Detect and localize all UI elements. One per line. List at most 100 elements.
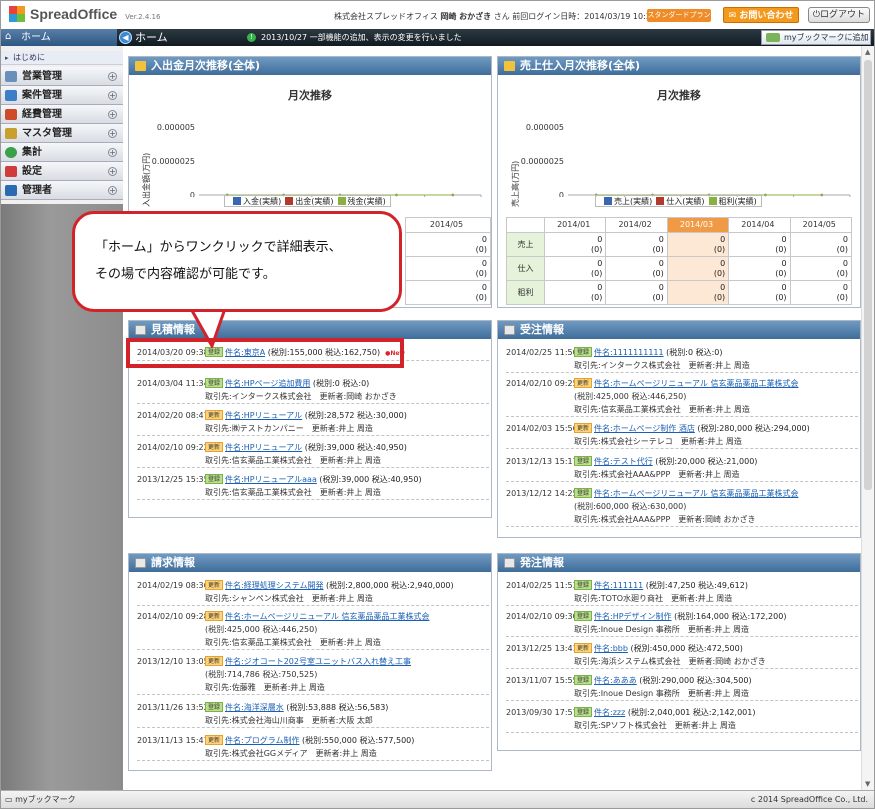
sidebar-item-settings[interactable]: 設定 + xyxy=(1,162,123,181)
expand-icon[interactable]: + xyxy=(108,167,117,176)
expand-icon[interactable]: + xyxy=(108,72,117,81)
item-link[interactable]: 件名:bbb xyxy=(594,644,628,653)
list-item[interactable]: 2013/12/13 15:17登録 件名:テスト代行 (税別:20,000 税込… xyxy=(506,455,858,482)
last-login: 前回ログイン日時：2014/03/19 10:37:02 xyxy=(512,12,669,21)
pie-chart-icon xyxy=(5,147,17,158)
sidebar-item-getting-started[interactable]: はじめに xyxy=(1,51,123,65)
legend-label: 粗利(実績) xyxy=(718,196,757,206)
item-link[interactable]: 件名:HPリニューアルaaa xyxy=(225,475,317,484)
contact-button[interactable]: ✉ お問い合わせ xyxy=(723,7,799,23)
item-link[interactable]: 件名:ホームページリニューアル 信玄薬品薬品工業株式会 xyxy=(594,379,798,388)
list-item[interactable]: 2014/02/10 09:30登録 件名:HPデザイン制作 (税別:164,00… xyxy=(506,610,858,637)
item-date: 2014/02/10 09:30 xyxy=(506,612,578,621)
list-item[interactable]: 2013/11/07 15:55登録 件名:あああ (税別:290,000 税込:… xyxy=(506,674,858,701)
item-detail: 取引先:株式会社シーテレコ 更新者:井上 周造 xyxy=(574,437,742,446)
item-link[interactable]: 件名:あああ xyxy=(594,676,637,685)
item-link[interactable]: 件名:HPページ追加費用 xyxy=(225,379,310,388)
expand-icon[interactable]: + xyxy=(108,186,117,195)
item-date: 2013/09/30 17:57 xyxy=(506,708,578,717)
vertical-scrollbar[interactable]: ▲ ▼ xyxy=(861,46,874,790)
item-amount: (税別:2,800,000 税込:2,940,000) xyxy=(323,581,454,590)
data-point xyxy=(764,193,767,197)
item-detail: 取引先:Inoue Design 事務所 更新者:井上 周造 xyxy=(574,689,749,698)
table-cell: 0 (0) xyxy=(405,280,491,305)
item-link[interactable]: 件名:ホームページ制作 酒店 xyxy=(594,424,695,433)
user-suffix: さん xyxy=(493,12,510,21)
item-date: 2014/03/04 11:34 xyxy=(137,379,209,388)
notice-bar[interactable]: ! 2013/10/27 一部機能の追加、表示の変更を行いました xyxy=(247,29,462,46)
scrollbar-thumb[interactable] xyxy=(864,60,872,490)
sidebar-item-expenses[interactable]: 経費管理 + xyxy=(1,105,123,124)
user-info: 株式会社スプレッドオフィス 岡崎 おかざき さん 前回ログイン日時：2014/0… xyxy=(334,11,669,22)
plan-badge: スタンダードプラン xyxy=(647,9,711,22)
table-cell: 0 (0) xyxy=(605,280,668,305)
item-date: 2014/02/25 11:53 xyxy=(506,581,578,590)
list-item[interactable]: 2013/11/13 15:47更新 件名:プログラム制作 (税別:550,000… xyxy=(137,734,489,761)
list-item[interactable]: 2013/12/25 13:41更新 件名:bbb (税別:450,000 税込:… xyxy=(506,642,858,669)
status-badge: 登録 xyxy=(205,474,224,484)
list-item[interactable]: 2013/09/30 17:57登録 件名:zzz (税別:2,040,001 税… xyxy=(506,706,858,733)
table-header: 2014/01 xyxy=(543,217,607,233)
my-bookmark-link[interactable]: ▭ myブックマーク xyxy=(5,791,76,808)
list-item[interactable]: 2014/02/25 11:53登録 件名:111111 (税別:47,250 税… xyxy=(506,579,858,606)
item-link[interactable]: 件名:HPリニューアル xyxy=(225,411,302,420)
item-link[interactable]: 件名:zzz xyxy=(594,708,625,717)
add-bookmark-button[interactable]: myブックマークに追加 xyxy=(761,30,871,45)
list-item[interactable]: 2014/02/10 09:28更新 件名:ホームページリニューアル 信玄薬品薬品… xyxy=(137,610,489,650)
page-title: ホーム xyxy=(135,31,168,44)
item-link[interactable]: 件名:ジオコート202号室ユニットバス入れ替え工事 xyxy=(225,657,411,666)
list-item[interactable]: 2013/12/25 15:35登録 件名:HPリニューアルaaa (税別:39,… xyxy=(137,473,489,500)
list-item[interactable]: 2014/02/25 11:50登録 件名:1111111111 (税別:0 税込… xyxy=(506,346,858,373)
list-item[interactable]: 2014/02/10 09:22更新 件名:HPリニューアル (税別:39,000… xyxy=(137,441,489,468)
item-link[interactable]: 件名:1111111111 xyxy=(594,348,664,357)
item-link[interactable]: 件名:海洋深層水 xyxy=(225,703,284,712)
list-item[interactable]: 2014/02/20 08:47更新 件名:HPリニューアル (税別:28,572… xyxy=(137,409,489,436)
list-item[interactable]: 2014/02/03 15:56更新 件名:ホームページ制作 酒店 (税別:280… xyxy=(506,422,858,449)
tab-home[interactable]: ⌂ ホーム xyxy=(1,29,117,46)
item-link[interactable]: 件名:HPデザイン制作 xyxy=(594,612,672,621)
copyright: c 2014 SpreadOffice Co., Ltd. xyxy=(750,795,868,804)
cell-sub: (0) xyxy=(652,268,664,278)
item-link[interactable]: 件名:経理処理システム開発 xyxy=(225,581,323,590)
item-link[interactable]: 件名:ホームページリニューアル 信玄薬品薬品工業株式会 xyxy=(225,612,429,621)
row-header: 売上 xyxy=(506,232,545,257)
item-link[interactable]: 件名:111111 xyxy=(594,581,643,590)
logout-button[interactable]: ⏻ログアウト xyxy=(808,7,870,23)
list-item[interactable]: 2013/12/10 13:05更新 件名:ジオコート202号室ユニットバス入れ替… xyxy=(137,655,489,695)
item-link[interactable]: 件名:プログラム制作 xyxy=(225,736,299,745)
bookmark-icon: ▭ xyxy=(5,795,13,804)
logo[interactable]: SpreadOffice Ver.2.4.16 xyxy=(9,6,160,22)
sidebar-item-admin[interactable]: 管理者 + xyxy=(1,181,123,200)
scroll-down-icon[interactable]: ▼ xyxy=(865,780,870,788)
version-label: Ver.2.4.16 xyxy=(125,13,161,21)
table-cell: 0 (0) xyxy=(728,232,791,257)
sidebar-item-reports[interactable]: 集計 + xyxy=(1,143,123,162)
scroll-up-icon[interactable]: ▲ xyxy=(865,48,870,56)
list-item[interactable]: 2013/11/26 13:52登録 件名:海洋深層水 (税別:53,888 税込… xyxy=(137,701,489,728)
list-item[interactable]: 2013/12/12 14:25登録 件名:ホームページリニューアル 信玄薬品薬品… xyxy=(506,487,858,527)
list-item[interactable]: 2014/03/04 11:34登録 件名:HPページ追加費用 (税別:0 税込:… xyxy=(137,377,489,404)
cell-value: 0 xyxy=(781,234,787,244)
item-link[interactable]: 件名:HPリニューアル xyxy=(225,443,302,452)
expand-icon[interactable]: + xyxy=(108,148,117,157)
header: SpreadOffice Ver.2.4.16 株式会社スプレッドオフィス 岡崎… xyxy=(1,1,874,29)
contact-label: お問い合わせ xyxy=(739,11,794,21)
row-header: 仕入 xyxy=(506,256,545,281)
sidebar-item-master[interactable]: マスタ管理 + xyxy=(1,124,123,143)
user-name: 岡崎 おかざき xyxy=(440,12,492,21)
sidebar-item-sales[interactable]: 営業管理 + xyxy=(1,67,123,86)
list-item[interactable]: 2014/02/10 09:25更新 件名:ホームページリニューアル 信玄薬品薬品… xyxy=(506,377,858,417)
item-date: 2014/02/20 08:47 xyxy=(137,411,209,420)
footer: ▭ myブックマーク c 2014 SpreadOffice Co., Ltd. xyxy=(1,790,874,808)
legend-swatch xyxy=(233,197,241,205)
y-tick-label: 0 xyxy=(190,191,195,197)
item-link[interactable]: 件名:ホームページリニューアル 信玄薬品薬品工業株式会 xyxy=(594,489,798,498)
list-item[interactable]: 2014/02/19 08:36更新 件名:経理処理システム開発 (税別:2,80… xyxy=(137,579,489,606)
expand-icon[interactable]: + xyxy=(108,129,117,138)
sidebar-toggle-icon[interactable]: ◀ xyxy=(119,31,132,44)
cell-sub: (0) xyxy=(475,244,487,254)
expand-icon[interactable]: + xyxy=(108,91,117,100)
item-link[interactable]: 件名:テスト代行 xyxy=(594,457,653,466)
sidebar-item-projects[interactable]: 案件管理 + xyxy=(1,86,123,105)
expand-icon[interactable]: + xyxy=(108,110,117,119)
